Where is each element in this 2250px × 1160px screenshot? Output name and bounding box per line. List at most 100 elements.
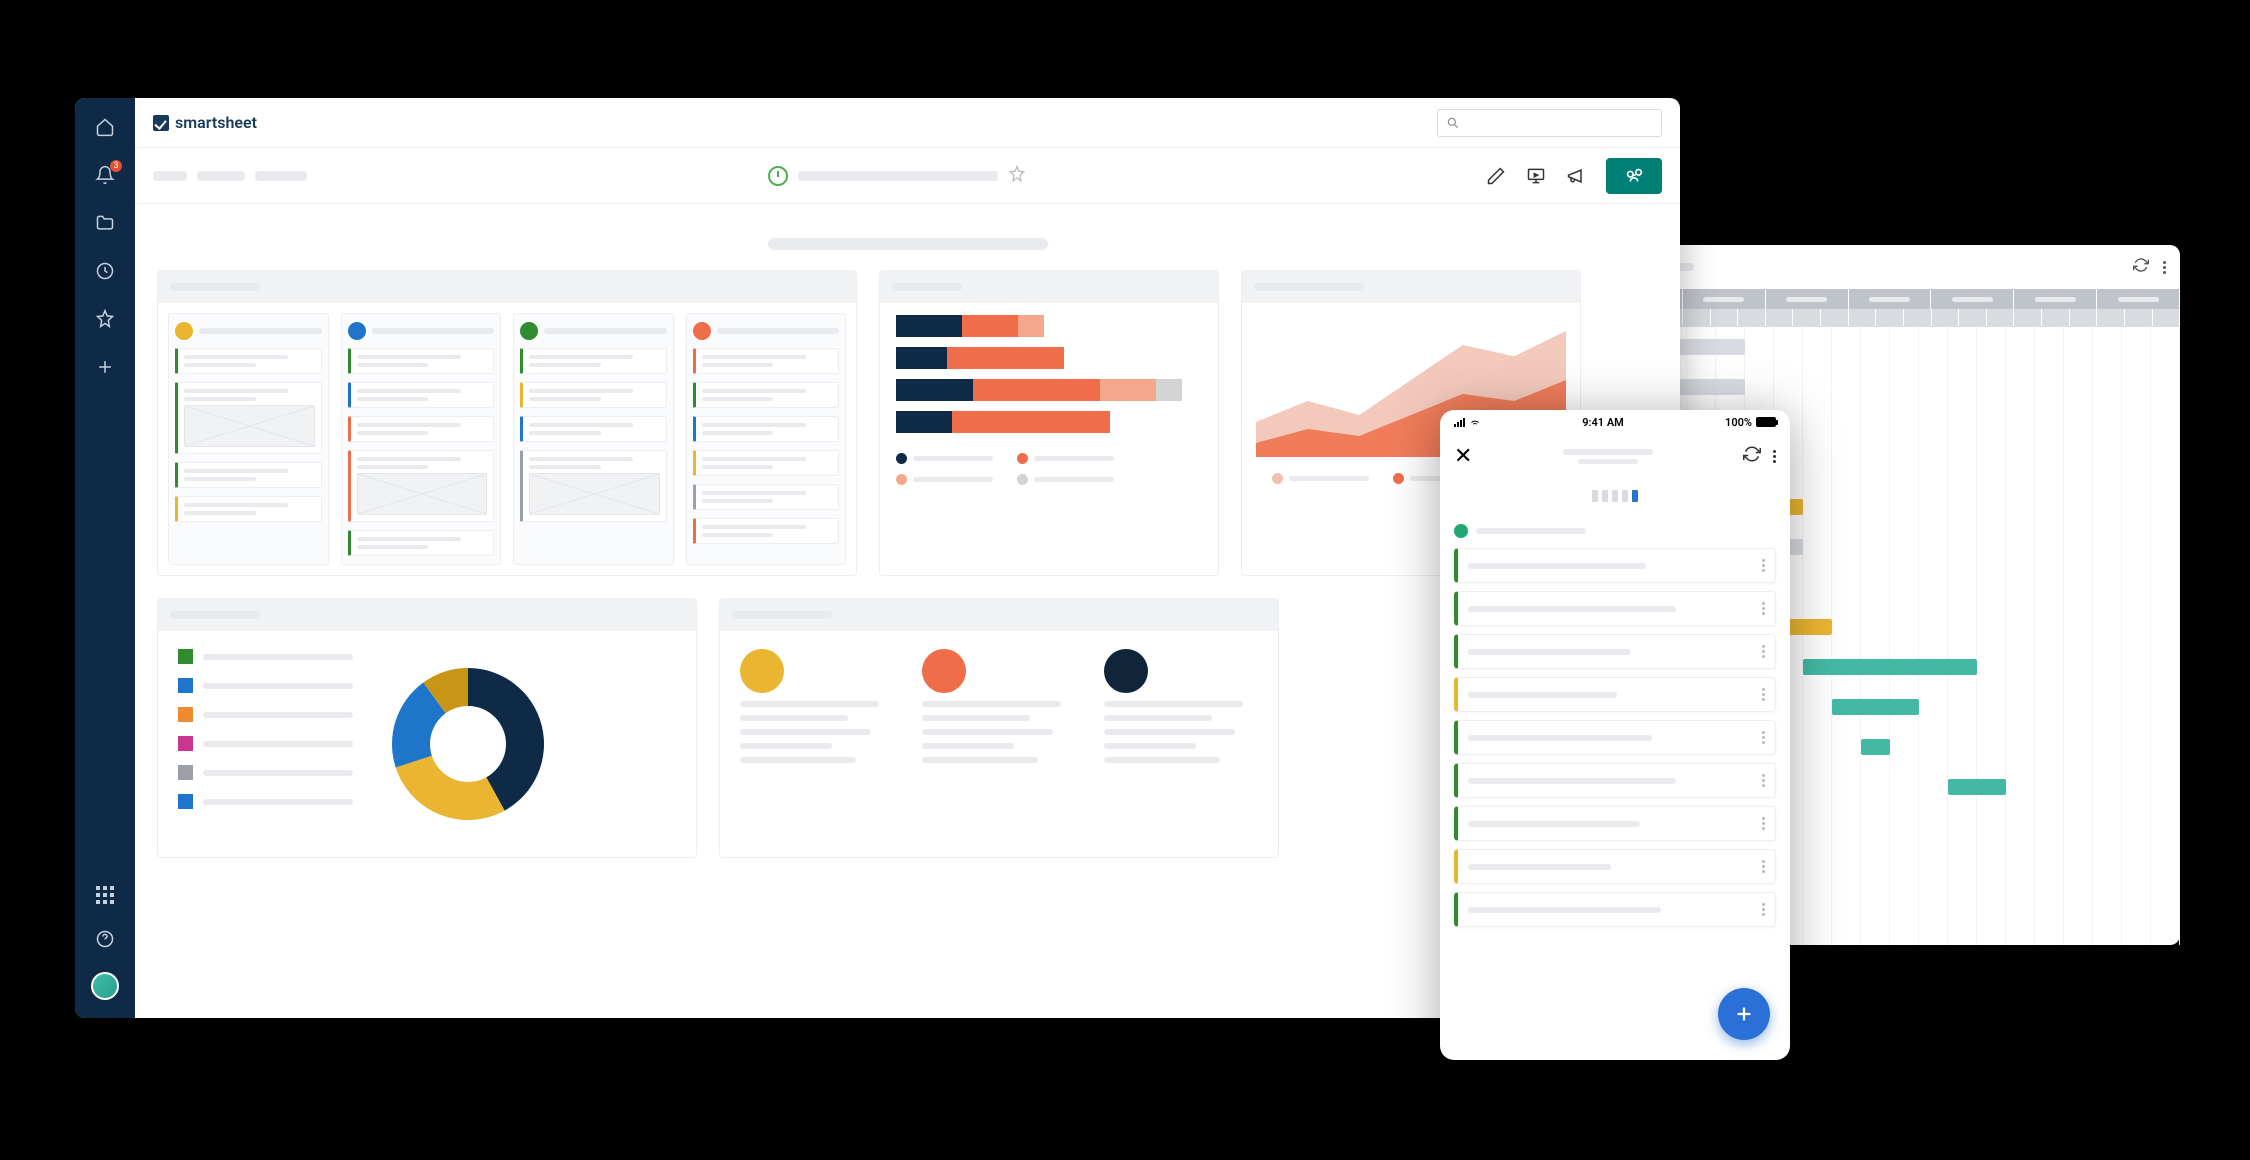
refresh-icon[interactable]	[2133, 257, 2149, 277]
avatar	[693, 322, 711, 340]
breadcrumb[interactable]	[197, 171, 245, 181]
list-item[interactable]	[1454, 892, 1776, 927]
gantt-bar[interactable]	[1948, 779, 2006, 795]
kanban-card[interactable]	[175, 462, 322, 488]
list-item[interactable]	[1454, 720, 1776, 755]
item-menu-icon[interactable]	[1762, 559, 1765, 572]
kanban-card[interactable]	[520, 348, 667, 374]
more-icon[interactable]	[1773, 450, 1776, 463]
notifications-icon[interactable]: 3	[94, 164, 116, 186]
mobile-filter[interactable]	[1440, 514, 1790, 548]
folder-icon[interactable]	[94, 212, 116, 234]
star-icon[interactable]	[1008, 165, 1026, 187]
legend-list-item[interactable]	[178, 678, 353, 693]
kanban-column[interactable]	[168, 313, 329, 565]
kanban-widget	[157, 270, 857, 576]
bar-row	[896, 411, 1202, 433]
legend-list-item[interactable]	[178, 649, 353, 664]
kanban-card[interactable]	[520, 382, 667, 408]
add-icon[interactable]	[94, 356, 116, 378]
titlebar	[135, 148, 1680, 204]
list-item[interactable]	[1454, 763, 1776, 798]
mobile-window: 9:41 AM 100% ✕	[1440, 410, 1790, 1060]
gantt-bar[interactable]	[1861, 739, 1890, 755]
item-menu-icon[interactable]	[1762, 817, 1765, 830]
logo[interactable]: smartsheet	[153, 113, 257, 132]
kanban-card[interactable]	[348, 348, 495, 374]
breadcrumb[interactable]	[255, 171, 307, 181]
recent-icon[interactable]	[94, 260, 116, 282]
status-time: 9:41 AM	[1582, 416, 1624, 429]
filter-dot-icon	[1454, 524, 1468, 538]
person-card[interactable]	[740, 649, 894, 763]
home-icon[interactable]	[94, 116, 116, 138]
kanban-card[interactable]	[693, 416, 840, 442]
refresh-icon[interactable]	[1743, 445, 1761, 467]
list-item[interactable]	[1454, 634, 1776, 669]
legend-list-item[interactable]	[178, 736, 353, 751]
close-icon[interactable]: ✕	[1454, 444, 1472, 469]
kanban-column[interactable]	[686, 313, 847, 565]
item-menu-icon[interactable]	[1762, 731, 1765, 744]
kanban-card[interactable]	[175, 496, 322, 522]
sidebar: 3	[75, 98, 135, 1018]
item-menu-icon[interactable]	[1762, 645, 1765, 658]
kanban-card[interactable]	[175, 382, 322, 454]
person-card[interactable]	[1104, 649, 1258, 763]
avatar	[175, 322, 193, 340]
kanban-card[interactable]	[348, 416, 495, 442]
legend-list-item[interactable]	[178, 765, 353, 780]
list-item[interactable]	[1454, 548, 1776, 583]
item-menu-icon[interactable]	[1762, 688, 1765, 701]
kanban-card[interactable]	[175, 348, 322, 374]
kanban-card[interactable]	[693, 348, 840, 374]
page-subtitle-row	[135, 204, 1680, 270]
kanban-card[interactable]	[348, 382, 495, 408]
list-item[interactable]	[1454, 849, 1776, 884]
kanban-card[interactable]	[693, 484, 840, 510]
topbar: smartsheet	[135, 98, 1680, 148]
kanban-card[interactable]	[693, 450, 840, 476]
apps-icon[interactable]	[94, 884, 116, 906]
wifi-icon	[1469, 416, 1481, 428]
gantt-bar[interactable]	[1803, 659, 1977, 675]
mobile-statusbar: 9:41 AM 100%	[1440, 410, 1790, 434]
legend-list-item[interactable]	[178, 707, 353, 722]
kanban-card[interactable]	[693, 382, 840, 408]
legend-item	[896, 474, 993, 485]
avatar	[922, 649, 966, 693]
kanban-column[interactable]	[513, 313, 674, 565]
mobile-progress	[1440, 478, 1790, 514]
present-icon[interactable]	[1526, 166, 1546, 186]
help-icon[interactable]	[94, 928, 116, 950]
item-menu-icon[interactable]	[1762, 860, 1765, 873]
search-input[interactable]	[1437, 109, 1662, 137]
mobile-list[interactable]	[1440, 548, 1790, 1060]
item-menu-icon[interactable]	[1762, 903, 1765, 916]
more-icon[interactable]	[2163, 261, 2166, 274]
person-card[interactable]	[922, 649, 1076, 763]
kanban-card[interactable]	[348, 530, 495, 556]
edit-icon[interactable]	[1486, 166, 1506, 186]
item-menu-icon[interactable]	[1762, 602, 1765, 615]
kanban-card[interactable]	[520, 416, 667, 442]
item-menu-icon[interactable]	[1762, 774, 1765, 787]
favorites-icon[interactable]	[94, 308, 116, 330]
fab-add-button[interactable]	[1718, 988, 1770, 1040]
kanban-column[interactable]	[341, 313, 502, 565]
people-widget	[719, 598, 1279, 858]
user-avatar[interactable]	[91, 972, 119, 1000]
list-item[interactable]	[1454, 677, 1776, 712]
kanban-card[interactable]	[693, 518, 840, 544]
notification-badge: 3	[110, 160, 122, 172]
battery-icon	[1756, 417, 1776, 427]
list-item[interactable]	[1454, 806, 1776, 841]
legend-list-item[interactable]	[178, 794, 353, 809]
announce-icon[interactable]	[1566, 166, 1586, 186]
breadcrumb[interactable]	[153, 171, 187, 181]
share-button[interactable]	[1606, 158, 1662, 194]
kanban-card[interactable]	[348, 450, 495, 522]
list-item[interactable]	[1454, 591, 1776, 626]
gantt-bar[interactable]	[1832, 699, 1919, 715]
kanban-card[interactable]	[520, 450, 667, 522]
